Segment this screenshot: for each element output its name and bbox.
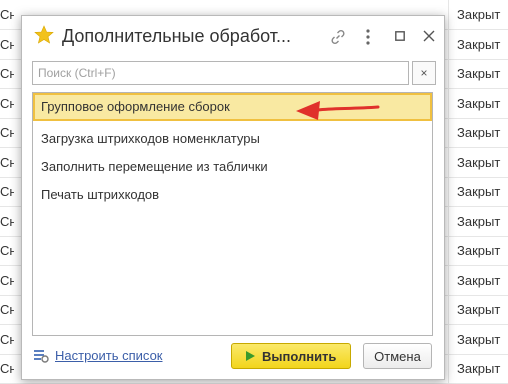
list-item-fill-transfer[interactable]: Заполнить перемещение из таблички <box>33 153 432 181</box>
status-cell: Закрыт <box>448 354 508 383</box>
list-item-load-barcodes[interactable]: Загрузка штрихкодов номенклатуры <box>33 125 432 153</box>
status-cell: Закрыт <box>448 325 508 354</box>
status-cell: Закрыт <box>448 0 508 29</box>
search-input[interactable] <box>32 61 409 85</box>
status-cell: Закрыт <box>448 177 508 206</box>
star-icon[interactable] <box>34 25 54 45</box>
status-cell: Закрыт <box>448 207 508 236</box>
dialog-title-bar[interactable]: Дополнительные обработ... <box>22 16 444 58</box>
table-cell: Сн <box>0 273 14 288</box>
status-cell: Закрыт <box>448 148 508 177</box>
table-cell: Сн <box>0 184 14 199</box>
table-cell: Сн <box>0 361 14 376</box>
table-cell: Сн <box>0 332 14 347</box>
more-vertical-icon[interactable] <box>363 27 373 47</box>
status-cell: Закрыт <box>448 89 508 118</box>
cancel-button[interactable]: Отмена <box>363 343 432 369</box>
search-bar: × <box>32 61 436 85</box>
status-cell: Закрыт <box>448 118 508 147</box>
table-cell: Сн <box>0 7 14 22</box>
table-cell: Сн <box>0 243 14 258</box>
run-button-label: Выполнить <box>262 349 337 364</box>
status-cell: Закрыт <box>448 59 508 88</box>
table-cell: Сн <box>0 125 14 140</box>
processing-list[interactable]: Групповое оформление сборок Загрузка штр… <box>32 92 433 336</box>
status-cell: Закрыт <box>448 295 508 324</box>
list-item-group-assembly[interactable]: Групповое оформление сборок <box>33 93 432 121</box>
maximize-icon[interactable] <box>395 31 405 41</box>
list-item-print-barcodes[interactable]: Печать штрихкодов <box>33 181 432 209</box>
dialog-title: Дополнительные обработ... <box>62 26 292 46</box>
close-icon[interactable] <box>421 28 437 44</box>
table-cell: Сн <box>0 302 14 317</box>
table-cell: Сн <box>0 214 14 229</box>
link-icon[interactable] <box>329 28 347 46</box>
table-cell: Сн <box>0 66 14 81</box>
table-cell: Сн <box>0 96 14 111</box>
configure-list-link[interactable]: Настроить список <box>55 348 163 363</box>
search-clear-button[interactable]: × <box>412 61 436 85</box>
table-cell: Сн <box>0 37 14 52</box>
table-cell: Сн <box>0 155 14 170</box>
run-button[interactable]: Выполнить <box>231 343 351 369</box>
additional-processing-dialog: Дополнительные обработ... × Групповое оф… <box>21 15 445 380</box>
play-icon <box>246 351 255 361</box>
status-cell: Закрыт <box>448 236 508 265</box>
status-cell: Закрыт <box>448 30 508 59</box>
status-cell: Закрыт <box>448 266 508 295</box>
settings-list-icon[interactable] <box>33 349 49 363</box>
